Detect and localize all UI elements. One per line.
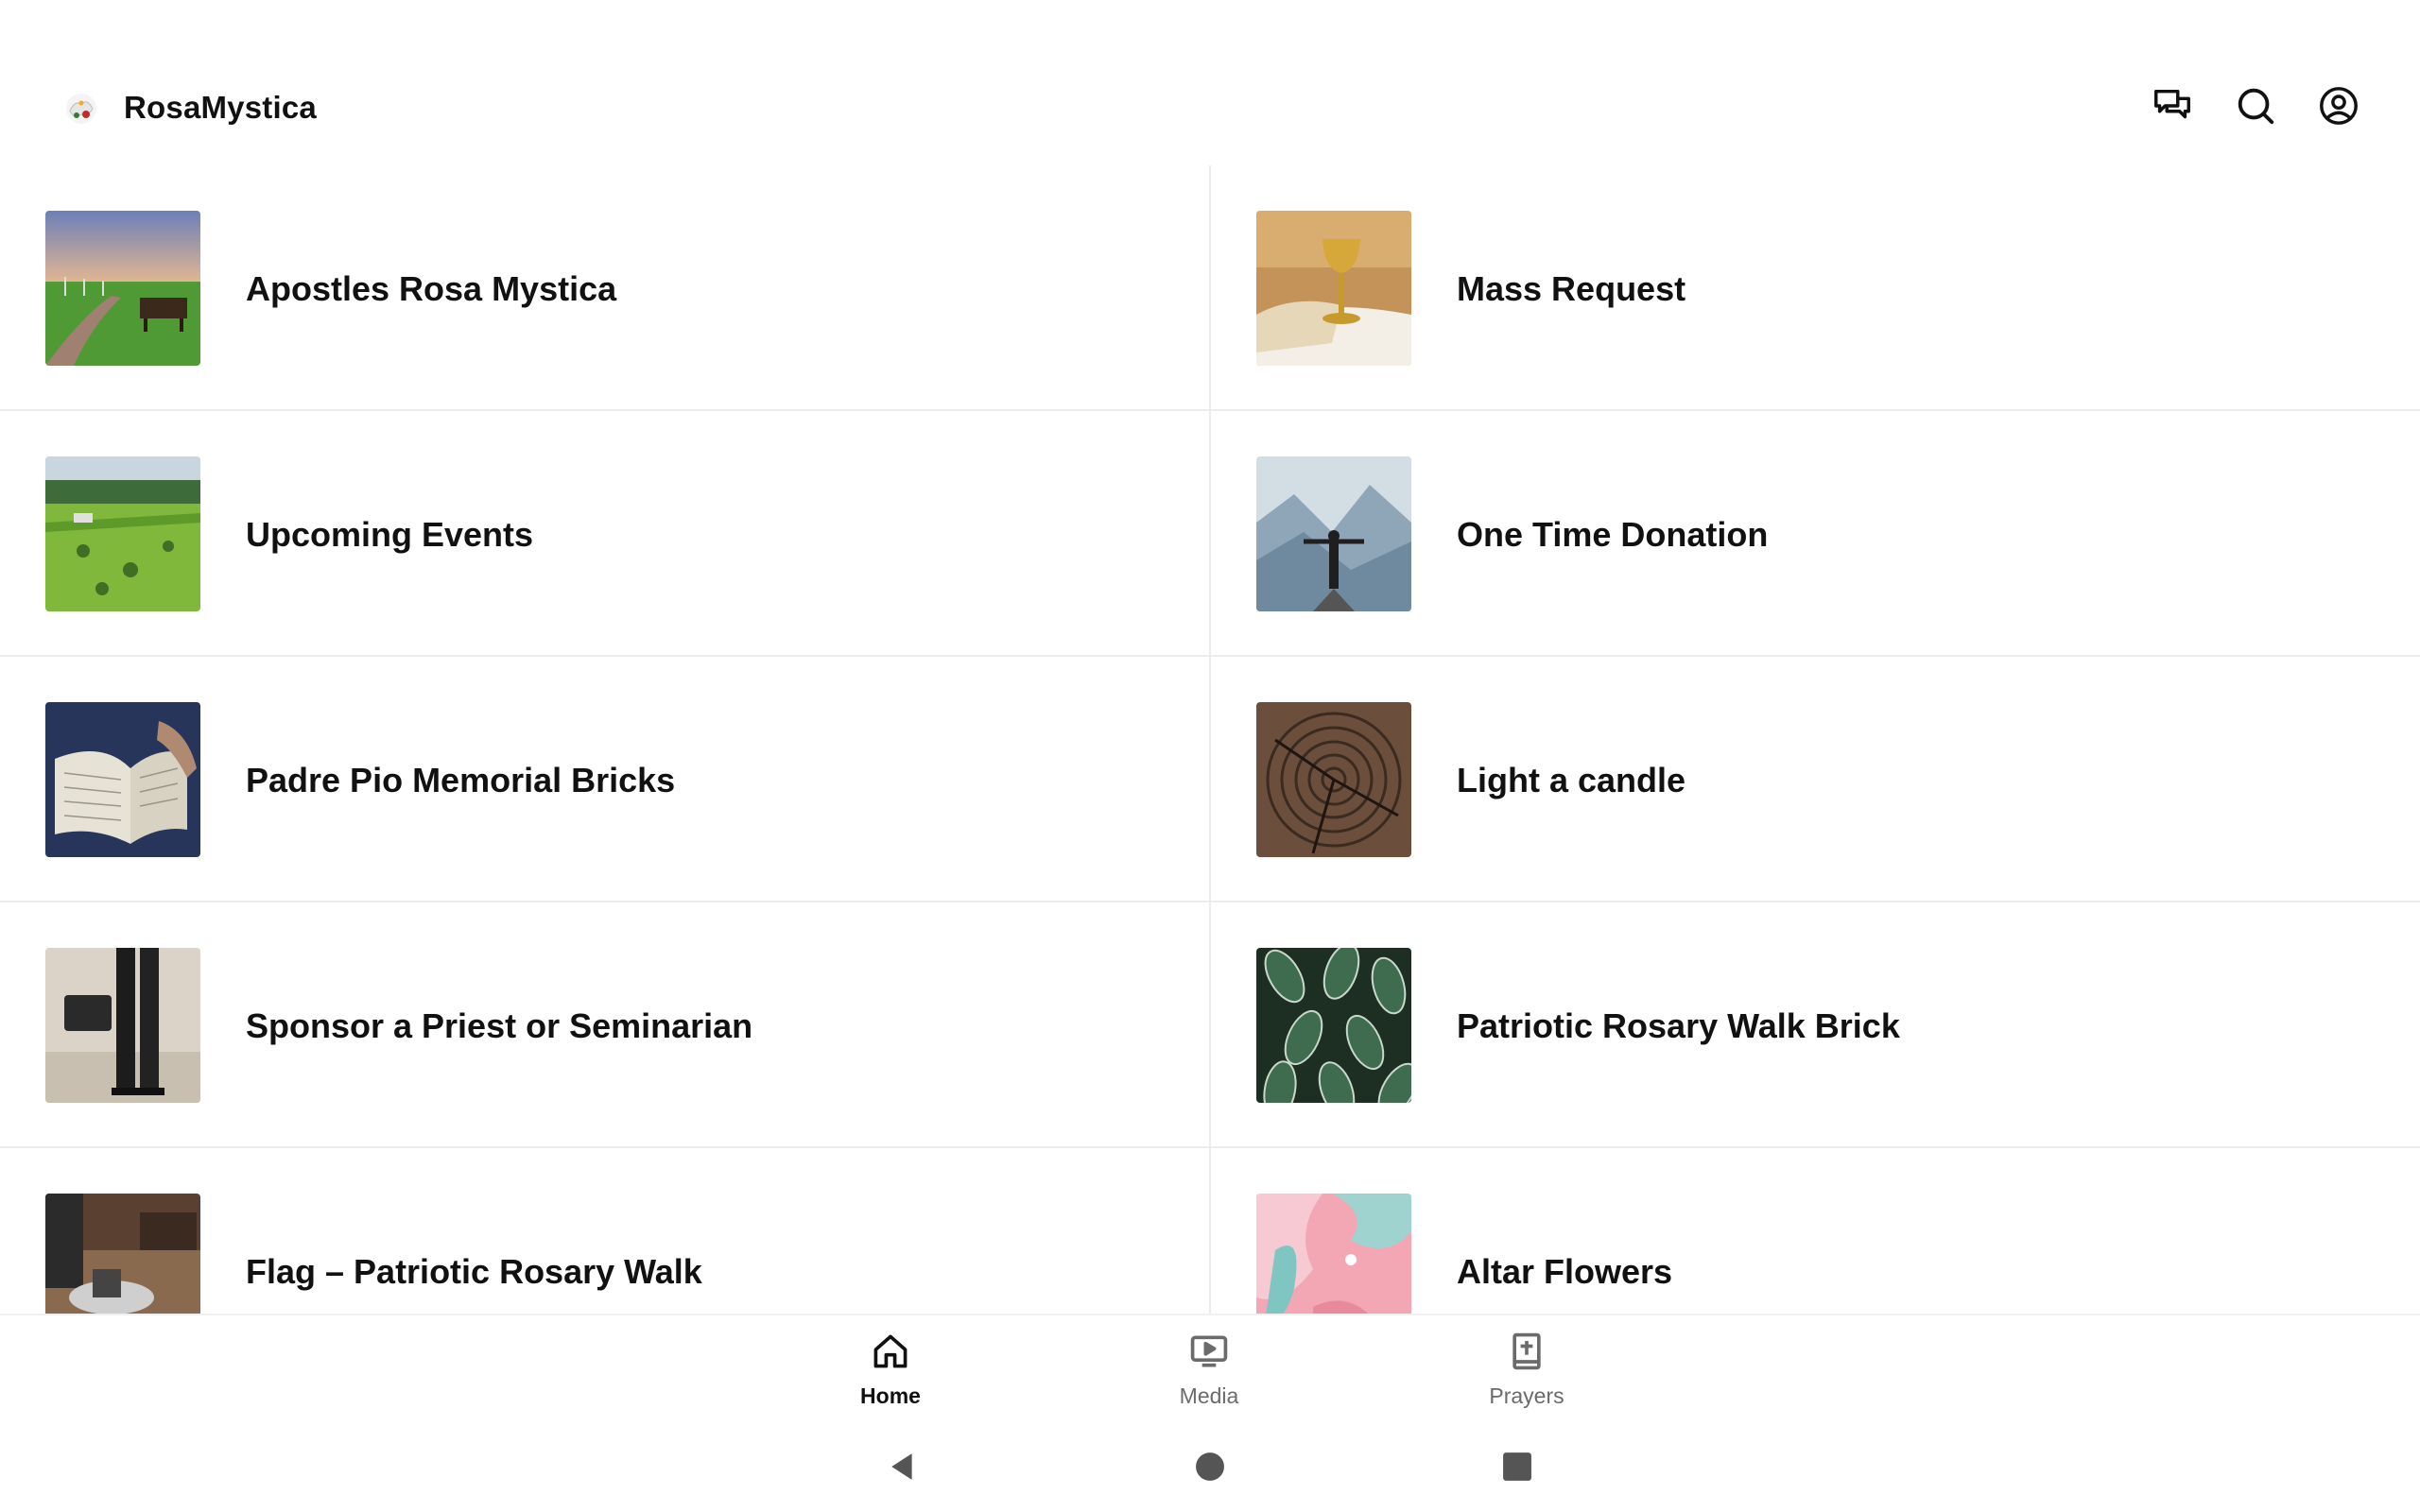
- app-header: RosaMystica: [0, 0, 2420, 165]
- tile-label: Upcoming Events: [246, 515, 534, 554]
- nav-media[interactable]: Media: [1115, 1331, 1304, 1416]
- tile-apostles-rosa-mystica[interactable]: Apostles Rosa Mystica: [0, 165, 1209, 411]
- tile-label: Altar Flowers: [1457, 1252, 1673, 1291]
- tile-label: Mass Request: [1457, 269, 1686, 308]
- tile-label: Sponsor a Priest or Seminarian: [246, 1006, 753, 1045]
- tile-label: Padre Pio Memorial Bricks: [246, 761, 676, 799]
- nav-home-label: Home: [860, 1383, 921, 1408]
- tile-sponsor-a-priest[interactable]: Sponsor a Priest or Seminarian: [0, 902, 1209, 1148]
- countryside-image: [45, 456, 200, 611]
- home-circle-icon[interactable]: [1186, 1443, 1234, 1490]
- app-logo[interactable]: [59, 86, 104, 131]
- tile-label: Apostles Rosa Mystica: [246, 269, 617, 308]
- tile-light-a-candle[interactable]: Light a candle: [1211, 657, 2420, 902]
- tile-one-time-donation[interactable]: One Time Donation: [1211, 411, 2420, 657]
- menu-grid: Apostles Rosa Mystica Mass Request Upcom…: [0, 165, 2420, 1314]
- tree-rings-image: [1256, 702, 1411, 857]
- tile-label: Patriotic Rosary Walk Brick: [1457, 1006, 1900, 1045]
- search-icon[interactable]: [2231, 81, 2280, 130]
- memorial-garden-image: [45, 211, 200, 366]
- tile-upcoming-events[interactable]: Upcoming Events: [0, 411, 1209, 657]
- room-interior-image: [45, 1194, 200, 1314]
- tile-patriotic-rosary-walk-brick[interactable]: Patriotic Rosary Walk Brick: [1211, 902, 2420, 1148]
- home-icon: [873, 1334, 908, 1368]
- leaves-image: [1256, 948, 1411, 1103]
- nav-prayers-label: Prayers: [1489, 1383, 1564, 1408]
- tile-mass-request[interactable]: Mass Request: [1211, 165, 2420, 411]
- bible-image: [45, 702, 200, 857]
- nav-prayers[interactable]: Prayers: [1432, 1331, 1621, 1416]
- fluid-art-image: [1256, 1194, 1411, 1314]
- recents-square-icon[interactable]: [1494, 1443, 1541, 1490]
- account-icon[interactable]: [2314, 81, 2363, 130]
- tile-label: Flag – Patriotic Rosary Walk: [246, 1252, 702, 1291]
- mountain-man-image: [1256, 456, 1411, 611]
- tile-label: One Time Donation: [1457, 515, 1769, 554]
- media-icon: [1190, 1335, 1228, 1367]
- system-navigation-bar: [0, 1422, 2420, 1512]
- walking-person-image: [45, 948, 200, 1103]
- app-title: RosaMystica: [124, 90, 317, 125]
- nav-home[interactable]: Home: [796, 1331, 985, 1416]
- nav-media-label: Media: [1179, 1383, 1239, 1408]
- chalice-image: [1256, 211, 1411, 366]
- tile-padre-pio-memorial-bricks[interactable]: Padre Pio Memorial Bricks: [0, 657, 1209, 902]
- tile-flag-patriotic-rosary-walk[interactable]: Flag – Patriotic Rosary Walk: [0, 1148, 1209, 1314]
- prayer-book-icon: [1512, 1332, 1541, 1370]
- tile-label: Light a candle: [1457, 761, 1686, 799]
- chat-icon[interactable]: [2148, 81, 2197, 130]
- back-icon[interactable]: [879, 1443, 926, 1490]
- tile-altar-flowers[interactable]: Altar Flowers: [1211, 1148, 2420, 1314]
- bottom-navigation: Home Media Prayers: [0, 1314, 2420, 1422]
